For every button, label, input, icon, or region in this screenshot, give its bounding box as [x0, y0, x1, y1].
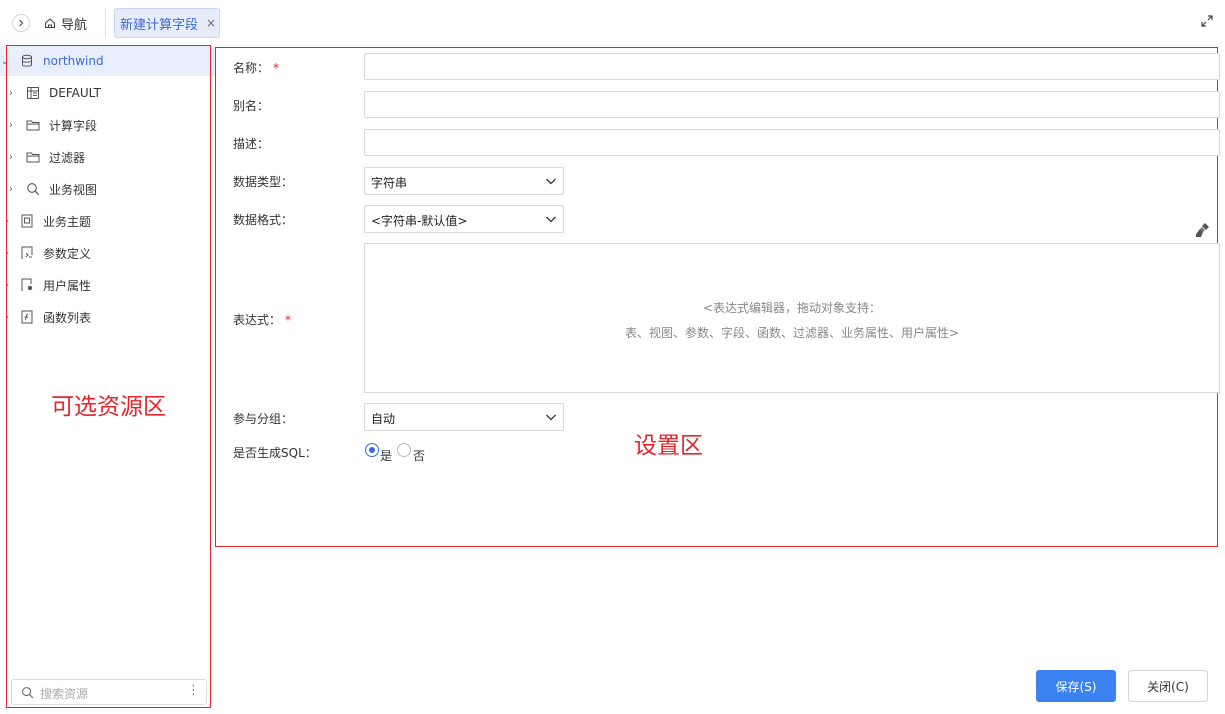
chevron-right-icon: [19, 19, 24, 27]
expression-label: 表达式： *: [233, 313, 292, 327]
fullscreen-icon[interactable]: [1199, 13, 1215, 29]
data-format-select[interactable]: <字符串-默认值>: [364, 205, 564, 233]
expression-hint-line1: <表达式编辑器，拖动对象支持：: [702, 301, 882, 315]
settings-region-label: 设置区: [634, 433, 703, 459]
tab-navigation-label: 导航: [61, 17, 88, 33]
generate-sql-no-label: 否: [413, 449, 426, 463]
top-bar: 导航 新建计算字段 ×: [0, 0, 1225, 44]
generate-sql-yes-radio[interactable]: [365, 443, 379, 457]
home-icon: [44, 18, 56, 29]
chevron-down-icon: [546, 216, 556, 223]
expression-editor[interactable]: <表达式编辑器，拖动对象支持： 表、视图、参数、字段、函数、过滤器、业务属性、用…: [364, 243, 1220, 393]
resource-region-label: 可选资源区: [51, 394, 166, 420]
name-input[interactable]: [364, 53, 1220, 80]
generate-sql-yes-label: 是: [380, 449, 393, 463]
generate-sql-no-radio[interactable]: [397, 443, 411, 457]
alias-label: 别名：: [233, 99, 270, 113]
close-button[interactable]: 关闭(C): [1128, 670, 1208, 702]
toggle-sidebar-button[interactable]: [12, 14, 30, 32]
tab-new-calculated-field-label: 新建计算字段: [120, 17, 199, 33]
chevron-down-icon: [546, 178, 556, 185]
data-type-value: 字符串: [371, 176, 408, 190]
generate-sql-label: 是否生成SQL：: [233, 446, 317, 460]
tab-divider: [105, 8, 106, 38]
save-button[interactable]: 保存(S): [1036, 670, 1116, 702]
close-tab-icon[interactable]: ×: [206, 16, 216, 30]
data-format-value: <字符串-默认值>: [371, 214, 468, 228]
tab-new-calculated-field[interactable]: 新建计算字段 ×: [114, 8, 220, 38]
clear-brush-icon[interactable]: [1195, 222, 1211, 238]
data-type-label: 数据类型：: [233, 175, 294, 189]
required-mark: *: [285, 313, 292, 327]
description-input[interactable]: [364, 129, 1220, 156]
name-label: 名称： *: [233, 61, 280, 75]
chevron-down-icon: [546, 414, 556, 421]
data-type-select[interactable]: 字符串: [364, 167, 564, 195]
grouping-select[interactable]: 自动: [364, 403, 564, 431]
expression-hint-line2: 表、视图、参数、字段、函数、过滤器、业务属性、用户属性>: [624, 326, 960, 340]
tab-navigation[interactable]: 导航: [44, 12, 87, 34]
required-mark: *: [273, 61, 280, 75]
description-label: 描述：: [233, 137, 270, 151]
data-format-label: 数据格式：: [233, 213, 294, 227]
grouping-label: 参与分组：: [233, 412, 294, 426]
alias-input[interactable]: [364, 91, 1220, 118]
grouping-value: 自动: [371, 412, 396, 426]
resource-region-outline: [6, 45, 211, 708]
